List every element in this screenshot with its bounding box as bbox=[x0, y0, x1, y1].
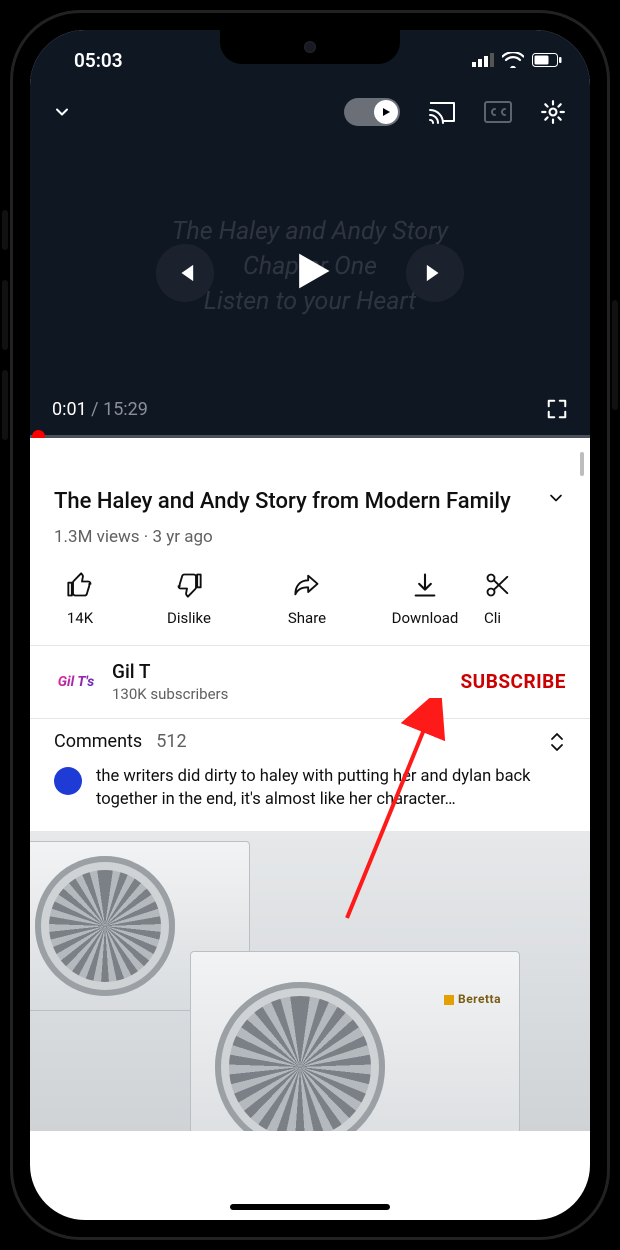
home-indicator[interactable] bbox=[230, 1204, 390, 1210]
collapse-icon[interactable] bbox=[52, 102, 72, 122]
cast-icon[interactable] bbox=[428, 100, 456, 124]
wifi-icon bbox=[502, 52, 524, 68]
duration: 15:29 bbox=[103, 399, 148, 420]
video-player[interactable]: The Haley and Andy Story Chapter One Lis… bbox=[30, 84, 590, 438]
video-title[interactable]: The Haley and Andy Story from Modern Fam… bbox=[54, 488, 532, 517]
current-time: 0:01 bbox=[52, 399, 87, 420]
thumbnail-brand-label: Beretta bbox=[444, 992, 501, 1006]
download-button[interactable]: Download bbox=[366, 571, 484, 627]
thumbnail-graphic: Beretta bbox=[190, 951, 520, 1131]
download-label: Download bbox=[392, 609, 459, 627]
top-comment-text: the writers did dirty to haley with putt… bbox=[96, 765, 566, 811]
dislike-label: Dislike bbox=[167, 609, 211, 627]
autoplay-toggle[interactable] bbox=[344, 98, 400, 126]
channel-subscribers: 130K subscribers bbox=[112, 685, 446, 703]
expand-description-icon[interactable] bbox=[546, 488, 566, 508]
notch bbox=[220, 30, 400, 64]
clip-button[interactable]: Cli bbox=[484, 571, 524, 627]
action-bar: 14K Dislike Share Download Cli bbox=[30, 561, 590, 645]
comments-section[interactable]: Comments 512 the writers did dirty to ha… bbox=[30, 719, 590, 819]
battery-icon bbox=[532, 53, 562, 67]
screen: 05:03 bbox=[30, 30, 590, 1220]
share-label: Share bbox=[288, 609, 326, 627]
play-button[interactable] bbox=[284, 245, 336, 301]
settings-gear-icon[interactable] bbox=[540, 99, 566, 125]
clip-label: Cli bbox=[484, 609, 501, 627]
phone-frame: 05:03 bbox=[10, 10, 610, 1240]
cellular-icon bbox=[472, 53, 494, 67]
comments-label: Comments bbox=[54, 731, 142, 752]
share-button[interactable]: Share bbox=[248, 571, 366, 627]
channel-avatar[interactable]: Gil T's bbox=[54, 660, 98, 704]
status-time: 05:03 bbox=[74, 49, 123, 72]
captions-icon[interactable] bbox=[484, 101, 512, 123]
like-button[interactable]: 14K bbox=[30, 571, 130, 627]
video-stats: 1.3M views · 3 yr ago bbox=[54, 527, 566, 547]
next-button[interactable] bbox=[406, 244, 464, 302]
channel-name[interactable]: Gil T bbox=[112, 660, 446, 683]
previous-button[interactable] bbox=[156, 244, 214, 302]
fullscreen-icon[interactable] bbox=[546, 398, 568, 420]
expand-comments-icon[interactable] bbox=[548, 731, 566, 753]
subscribe-button[interactable]: SUBSCRIBE bbox=[460, 670, 566, 693]
comments-count: 512 bbox=[156, 731, 186, 752]
channel-row[interactable]: Gil T's Gil T 130K subscribers SUBSCRIBE bbox=[30, 646, 590, 718]
like-count: 14K bbox=[67, 609, 93, 627]
playback-time: 0:01 / 15:29 bbox=[52, 399, 148, 420]
next-video-thumbnail[interactable]: Beretta bbox=[30, 831, 590, 1131]
dislike-button[interactable]: Dislike bbox=[130, 571, 248, 627]
commenter-avatar bbox=[54, 767, 82, 795]
